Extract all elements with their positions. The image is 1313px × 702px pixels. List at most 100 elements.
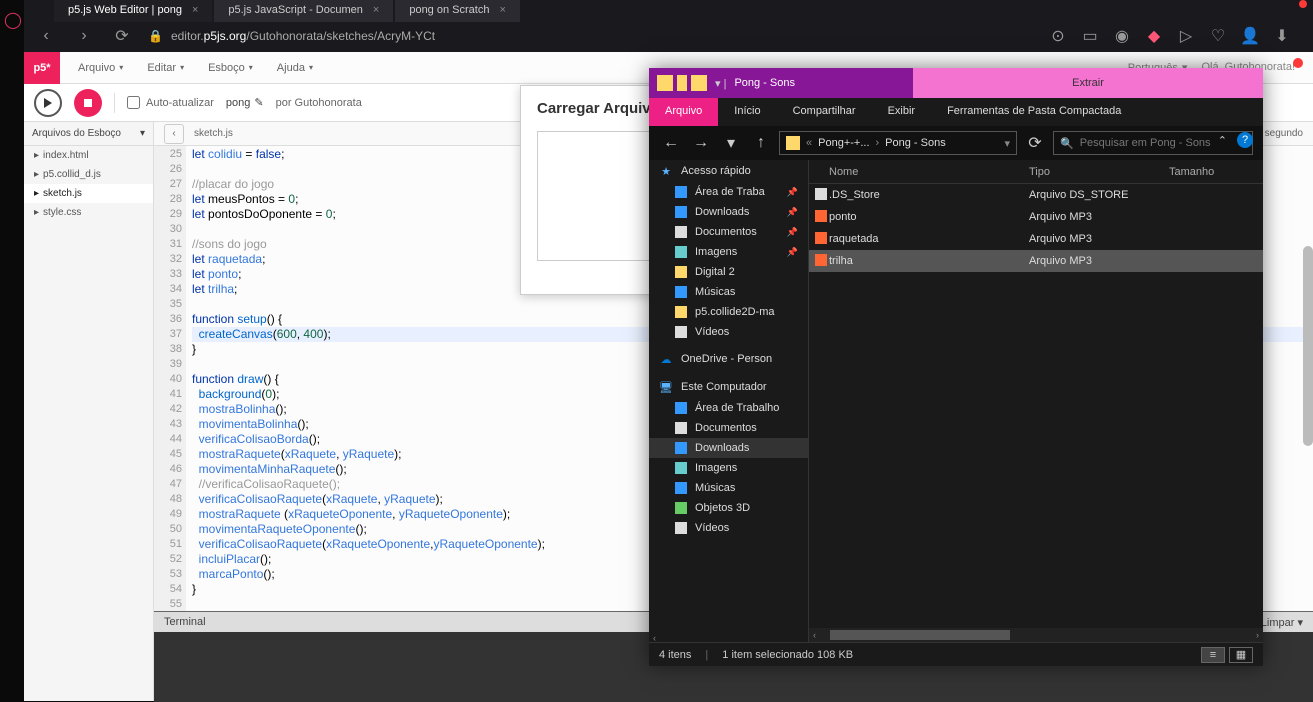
file-tree: Arquivos do Esboço ▾ ▸ index.html▸ p5.co… (24, 122, 154, 701)
file-row[interactable]: raquetadaArquivo MP3 (809, 228, 1263, 250)
folder-icon (675, 306, 687, 318)
tab-close-icon[interactable]: × (192, 4, 198, 16)
shield-icon[interactable]: ◆ (1145, 27, 1163, 45)
stop-button[interactable] (74, 89, 102, 117)
ribbon-file-tab[interactable]: Arquivo (649, 98, 718, 126)
tab-close-icon[interactable]: × (373, 4, 379, 16)
file-row[interactable]: pontoArquivo MP3 (809, 206, 1263, 228)
collapse-tree-button[interactable]: ‹ (164, 124, 184, 144)
search-icon[interactable]: ⊙ (1049, 27, 1067, 45)
sketch-author: por Gutohonorata (276, 97, 362, 109)
file-tree-dropdown-icon[interactable]: ▾ (140, 128, 145, 139)
onedrive[interactable]: ☁ OneDrive - Person (649, 348, 808, 370)
view-icons-button[interactable]: ▦ (1229, 647, 1253, 663)
this-pc[interactable]: 🖥 Este Computador (649, 376, 808, 398)
auto-refresh-checkbox[interactable] (127, 96, 140, 109)
forward-button[interactable]: › (72, 24, 96, 48)
nav-up-button[interactable]: ↑ (749, 131, 773, 155)
folder-icon (675, 286, 687, 298)
file-tree-item[interactable]: ▸ index.html (24, 146, 153, 165)
download-icon[interactable]: ⬇ (1273, 27, 1291, 45)
nav-item[interactable]: Vídeos (649, 322, 808, 342)
view-details-button[interactable]: ≡ (1201, 647, 1225, 663)
explorer-nav-row: ← → ▾ ↑ « Pong+-+... › Pong - Sons ▾ ⟳ 🔍… (649, 126, 1263, 160)
help-icon[interactable]: ? (1237, 132, 1253, 148)
browser-toolbar-icons: ⊙ ▭ ◉ ◆ ▷ ♡ 👤 ⬇ (1049, 27, 1303, 45)
nav-item[interactable]: Imagens📌 (649, 242, 808, 262)
horizontal-scrollbar[interactable]: ‹ › (809, 628, 1263, 642)
p5-logo[interactable]: p5* (24, 52, 60, 84)
back-button[interactable]: ‹ (34, 24, 58, 48)
browser-tab[interactable]: p5.js JavaScript - Documen× (214, 0, 393, 22)
ribbon-tools-tab[interactable]: Ferramentas de Pasta Compactada (931, 98, 1137, 126)
code-tab[interactable]: sketch.js (194, 128, 233, 139)
bookmark-icon[interactable]: ▭ (1081, 27, 1099, 45)
file-icon: ▸ (34, 188, 39, 199)
file-tree-item[interactable]: ▸ p5.collid_d.js (24, 165, 153, 184)
nav-item[interactable]: Digital 2 (649, 262, 808, 282)
pin-icon: 📌 (787, 247, 798, 258)
file-list: Nome Tipo Tamanho .DS_StoreArquivo DS_ST… (809, 160, 1263, 628)
nav-item[interactable]: Objetos 3D (649, 498, 808, 518)
terminal-label: Terminal (164, 616, 206, 628)
ribbon-view-tab[interactable]: Exibir (872, 98, 932, 126)
folder-icon (675, 326, 687, 338)
nav-item[interactable]: Imagens (649, 458, 808, 478)
window-title: Pong - Sons (734, 77, 795, 89)
file-row[interactable]: .DS_StoreArquivo DS_STORE (809, 184, 1263, 206)
file-tree-item[interactable]: ▸ style.css (24, 203, 153, 222)
tab-close-icon[interactable]: × (499, 4, 505, 16)
camera-icon[interactable]: ◉ (1113, 27, 1131, 45)
edit-icon[interactable]: ✎ (254, 96, 263, 109)
nav-item[interactable]: Downloads (649, 438, 808, 458)
lock-icon: 🔒 (148, 29, 163, 43)
folder-icon (675, 266, 687, 278)
heart-icon[interactable]: ♡ (1209, 27, 1227, 45)
quick-access[interactable]: ★ Acesso rápido (649, 160, 808, 182)
folder-icon (675, 186, 687, 198)
menu-ajuda[interactable]: Ajuda ▾ (277, 62, 313, 74)
scrollbar-thumb[interactable] (1303, 246, 1313, 446)
ribbon-share-tab[interactable]: Compartilhar (777, 98, 872, 126)
folder-icon (675, 206, 687, 218)
folder-icon (675, 226, 687, 238)
nav-item[interactable]: Downloads📌 (649, 202, 808, 222)
terminal-clear-button[interactable]: Limpar ▾ (1261, 616, 1303, 629)
ribbon-context-tab[interactable]: Extrair (913, 68, 1263, 98)
menu-editar[interactable]: Editar ▾ (147, 62, 184, 74)
file-icon: ▸ (34, 150, 39, 161)
folder-icon (675, 246, 687, 258)
menu-esboço[interactable]: Esboço ▾ (208, 62, 253, 74)
browser-tab[interactable]: pong on Scratch× (395, 0, 520, 22)
nav-item[interactable]: Documentos (649, 418, 808, 438)
nav-item[interactable]: Documentos📌 (649, 222, 808, 242)
nav-item[interactable]: p5.collide2D-ma (649, 302, 808, 322)
nav-item[interactable]: Músicas (649, 478, 808, 498)
ribbon-home-tab[interactable]: Início (718, 98, 776, 126)
reload-button[interactable]: ⟳ (110, 24, 134, 48)
menu-arquivo[interactable]: Arquivo ▾ (78, 62, 123, 74)
nav-forward-button[interactable]: → (689, 131, 713, 155)
nav-item[interactable]: Vídeos (649, 518, 808, 538)
send-icon[interactable]: ▷ (1177, 27, 1195, 45)
list-header[interactable]: Nome Tipo Tamanho (809, 160, 1263, 184)
sketch-name[interactable]: pong (226, 97, 250, 109)
ribbon-collapse-icon[interactable]: ⌃ (1218, 134, 1227, 147)
breadcrumb[interactable]: « Pong+-+... › Pong - Sons ▾ (779, 131, 1017, 155)
profile-icon[interactable]: 👤 (1241, 27, 1259, 45)
nav-item[interactable]: Músicas (649, 282, 808, 302)
navpane-scroll[interactable]: ‹ (649, 628, 809, 642)
refresh-button[interactable]: ⟳ (1023, 131, 1047, 155)
nav-recent-button[interactable]: ▾ (719, 131, 743, 155)
play-button[interactable] (34, 89, 62, 117)
selection-status: 1 item selecionado 108 KB (722, 649, 853, 661)
opera-sidebar: ◯ (0, 0, 24, 701)
nav-back-button[interactable]: ← (659, 131, 683, 155)
nav-item[interactable]: Área de Trabalho (649, 398, 808, 418)
file-row[interactable]: trilhaArquivo MP3 (809, 250, 1263, 272)
browser-tab[interactable]: p5.js Web Editor | pong× (54, 0, 212, 22)
url-box[interactable]: 🔒 editor.p5js.org/Gutohonorata/sketches/… (148, 29, 1035, 43)
file-tree-item[interactable]: ▸ sketch.js (24, 184, 153, 203)
file-icon (815, 210, 827, 222)
nav-item[interactable]: Área de Traba📌 (649, 182, 808, 202)
